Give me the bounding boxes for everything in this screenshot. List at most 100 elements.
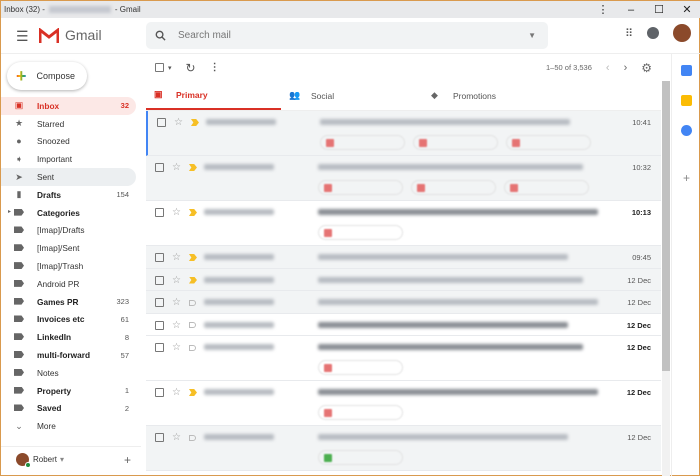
attachment-chip[interactable] [413, 135, 498, 150]
important-marker-icon[interactable] [188, 344, 196, 351]
star-icon[interactable]: ☆ [172, 387, 181, 398]
email-row[interactable]: ☆ 12 Dec [146, 336, 661, 381]
sidebar-item-property[interactable]: Property 1 [1, 382, 136, 400]
email-row[interactable]: ☆ 12 Dec [146, 381, 661, 426]
select-dropdown-icon[interactable]: ▾ [168, 64, 172, 72]
sidebar-item-linkedin[interactable]: LinkedIn 8 [1, 328, 136, 346]
star-icon[interactable]: ☆ [174, 117, 183, 128]
row-checkbox[interactable] [155, 253, 164, 262]
sidebar-item-saved[interactable]: Saved 2 [1, 400, 136, 418]
search-input[interactable]: Search mail ▼ [146, 22, 548, 49]
row-checkbox[interactable] [155, 298, 164, 307]
row-checkbox[interactable] [155, 343, 164, 352]
minimize-button[interactable]: – [617, 1, 645, 19]
attachment-chip[interactable] [318, 450, 403, 465]
apps-grid-icon[interactable]: ⠿ [625, 27, 633, 40]
sidebar-item-multi-forward[interactable]: multi-forward 57 [1, 346, 136, 364]
email-row[interactable]: ☆ 12 Dec [146, 268, 661, 291]
get-addons-icon[interactable]: + [681, 172, 692, 184]
attachment-chip[interactable] [506, 135, 591, 150]
important-marker-icon[interactable] [188, 276, 197, 284]
add-contact-icon[interactable]: + [124, 453, 131, 467]
sidebar-item-starred[interactable]: ★ Starred [1, 115, 136, 133]
row-checkbox[interactable] [155, 208, 164, 217]
attachment-chip[interactable] [411, 180, 496, 195]
important-marker-icon[interactable] [188, 389, 197, 396]
more-options-icon[interactable]: ⋮ [210, 62, 220, 73]
sidebar-item-important[interactable]: ➧ Important [1, 150, 136, 168]
important-marker-icon[interactable] [188, 254, 197, 261]
star-icon[interactable]: ☆ [172, 207, 181, 218]
star-icon[interactable]: ☆ [172, 342, 181, 353]
sidebar-item-more[interactable]: ⌄ More [1, 417, 136, 435]
email-row[interactable]: ☆ 12 Dec [146, 291, 661, 314]
row-checkbox[interactable] [155, 388, 164, 397]
important-marker-icon[interactable] [188, 164, 197, 171]
calendar-icon[interactable] [681, 65, 692, 76]
tasks-icon[interactable] [681, 125, 692, 136]
email-row[interactable]: ☆ 10:41 [146, 111, 661, 156]
maximize-button[interactable]: ☐ [645, 1, 673, 19]
star-icon[interactable]: ☆ [172, 320, 181, 331]
attachment-chip[interactable] [318, 180, 403, 195]
tab-primary[interactable]: ▣ Primary [146, 81, 281, 110]
attachment-chip[interactable] [320, 135, 405, 150]
scrollbar-thumb[interactable] [662, 81, 670, 371]
row-checkbox[interactable] [155, 320, 164, 330]
sidebar-item-invoices-etc[interactable]: Invoices etc 61 [1, 311, 136, 329]
sidebar-item-drafts[interactable]: ▮ Drafts 154 [1, 186, 136, 204]
star-icon[interactable]: ☆ [172, 162, 181, 173]
star-icon[interactable]: ☆ [172, 275, 181, 286]
sidebar-item-categories[interactable]: ▸ Categories [1, 204, 136, 222]
caret-down-icon[interactable]: ▾ [60, 455, 64, 464]
sidebar-item-imap-trash[interactable]: [Imap]/Trash [1, 257, 136, 275]
attachment-chip[interactable] [318, 360, 403, 375]
sidebar-item-notes[interactable]: Notes [1, 364, 136, 382]
attachment-chip[interactable] [318, 225, 403, 240]
next-page-icon[interactable]: › [624, 62, 628, 74]
sidebar-item-imap-drafts[interactable]: [Imap]/Drafts [1, 222, 136, 240]
tab-promotions[interactable]: ◆ Promotions [423, 81, 565, 110]
row-checkbox[interactable] [155, 433, 164, 442]
important-marker-icon[interactable] [188, 322, 196, 328]
important-marker-icon[interactable] [188, 209, 197, 216]
important-marker-icon[interactable] [188, 299, 196, 306]
keep-icon[interactable] [681, 95, 692, 106]
row-checkbox[interactable] [155, 163, 164, 172]
expand-arrow-icon[interactable]: ▸ [8, 208, 11, 215]
sidebar-item-imap-sent[interactable]: [Imap]/Sent [1, 239, 136, 257]
sidebar-item-inbox[interactable]: ▣ Inbox 32 [1, 97, 136, 115]
star-icon[interactable]: ☆ [172, 252, 181, 263]
row-checkbox[interactable] [155, 275, 164, 285]
sidebar-item-snoozed[interactable]: ● Snoozed [1, 133, 136, 151]
attachment-chip[interactable] [504, 180, 589, 195]
sidebar-item-android-pr[interactable]: Android PR [1, 275, 136, 293]
list-scrollbar[interactable] [662, 81, 670, 476]
star-icon[interactable]: ☆ [172, 432, 181, 443]
notifications-icon[interactable] [647, 27, 659, 39]
email-row[interactable]: ☆ 10:13 [146, 201, 661, 246]
row-checkbox[interactable] [157, 118, 166, 127]
select-all-checkbox[interactable] [155, 63, 164, 72]
tab-social[interactable]: 👥 Social [281, 81, 423, 110]
main-menu-icon[interactable]: ☰ [16, 28, 29, 45]
refresh-icon[interactable]: ↻ [186, 61, 196, 75]
email-row[interactable]: ☆ 12 Dec [146, 426, 661, 471]
email-row[interactable]: ☆ 10:32 [146, 156, 661, 201]
attachment-chip[interactable] [318, 405, 403, 420]
important-marker-icon[interactable] [190, 119, 199, 126]
account-avatar[interactable] [673, 24, 691, 42]
gmail-logo[interactable]: Gmail [39, 27, 102, 43]
star-icon[interactable]: ☆ [172, 297, 181, 308]
close-button[interactable]: ✕ [673, 1, 700, 19]
settings-gear-icon[interactable]: ⚙ [641, 61, 652, 75]
prev-page-icon[interactable]: ‹ [606, 62, 610, 74]
sidebar-item-sent[interactable]: ➤ Sent [1, 168, 136, 186]
window-menu-button[interactable]: ⋮ [589, 1, 617, 19]
hangouts-user[interactable]: Robert ▾ + [1, 446, 141, 472]
important-marker-icon[interactable] [188, 434, 196, 441]
compose-button[interactable]: + Compose [7, 62, 87, 90]
email-row[interactable]: ☆ 09:45 [146, 246, 661, 269]
email-row[interactable]: ☆ 12 Dec [146, 313, 661, 336]
sidebar-item-games-pr[interactable]: Games PR 323 [1, 293, 136, 311]
